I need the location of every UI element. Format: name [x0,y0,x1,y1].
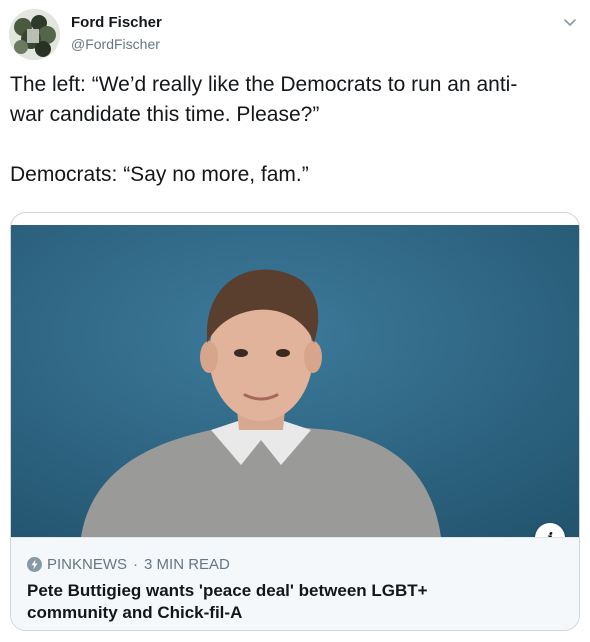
tweet-text: The left: “We’d really like the Democrat… [10,70,576,190]
card-headline[interactable]: Pete Buttigieg wants 'peace deal' betwee… [27,580,557,624]
author-avatar[interactable] [9,9,60,60]
card-headline-line: community and Chick-fil-A [27,603,243,622]
card-read-time: 3 MIN READ [144,556,230,573]
chevron-down-icon[interactable] [562,14,578,30]
link-icon [27,557,42,572]
author-handle[interactable]: @FordFischer [71,36,160,52]
author-name[interactable]: Ford Fischer [71,14,162,31]
card-image[interactable]: i [11,225,579,537]
tweet: Ford Fischer @FordFischer The left: “We’… [0,0,590,642]
card-headline-line: Pete Buttigieg wants 'peace deal' betwee… [27,581,428,600]
tweet-text-line: The left: “We’d really like the Democrat… [10,73,518,96]
card-meta[interactable]: PINKNEWS · 3 MIN READ Pete Buttigieg wan… [11,537,579,630]
tweet-text-line: war candidate this time. Please?” [10,103,320,126]
article-photo [11,225,579,537]
tweet-text-line: Democrats: “Say no more, fam.” [10,163,309,186]
link-preview-card[interactable]: i PINKNEWS · 3 MIN READ Pete Buttigieg w… [10,212,580,631]
card-source: PINKNEWS [47,556,128,573]
card-source-row: PINKNEWS · 3 MIN READ [27,556,230,573]
avatar-photo-icon [9,9,60,60]
card-separator: · [133,556,139,573]
